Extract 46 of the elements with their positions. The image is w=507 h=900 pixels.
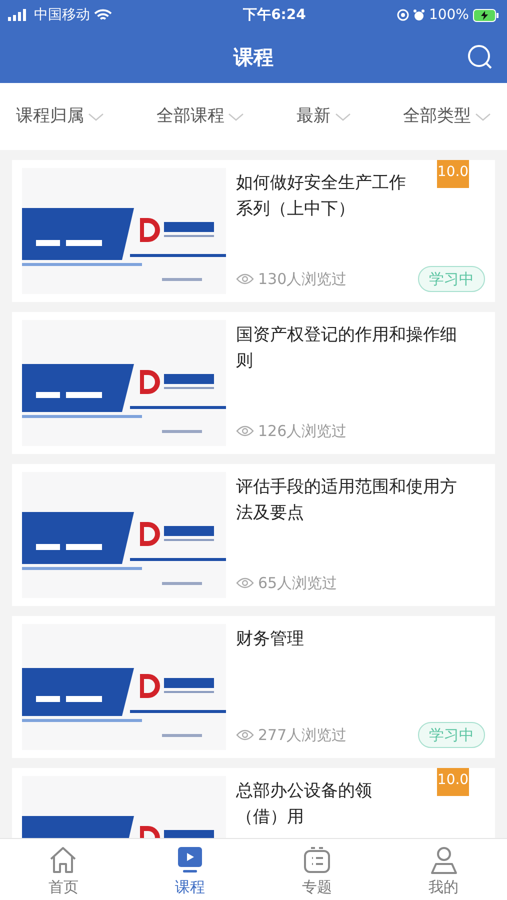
course-card[interactable]: 如何做好安全生产工作系列（上中下） 130人浏览过 10.0 学习中	[12, 160, 495, 302]
filter-dropdown[interactable]: 课程归属	[16, 104, 104, 130]
view-count: 277人浏览过	[258, 724, 347, 746]
score-badge: 10.0	[437, 768, 469, 796]
tab-bar-item[interactable]: 课程	[126, 845, 254, 898]
status-tag: 学习中	[418, 722, 485, 748]
view-count: 65人浏览过	[258, 572, 338, 594]
view-count: 126人浏览过	[258, 420, 347, 442]
score-badge: 10.0	[437, 160, 469, 188]
course-card[interactable]: 评估手段的适用范围和使用方法及要点 65人浏览过	[12, 464, 495, 606]
list-icon	[302, 845, 332, 875]
eye-icon	[236, 728, 254, 741]
chevron-down-icon	[474, 112, 491, 122]
status-tag: 学习中	[418, 266, 485, 292]
user-icon	[428, 845, 459, 875]
carrier-name: 中国移动	[34, 6, 90, 24]
view-count: 130人浏览过	[258, 268, 347, 290]
chevron-down-icon	[334, 112, 351, 122]
chevron-down-icon	[88, 112, 104, 122]
home-icon	[48, 845, 78, 875]
course-title: 总部办公设备的领（借）用	[236, 780, 373, 829]
tab-bar-item[interactable]: 首页	[0, 845, 127, 898]
eye-icon	[236, 272, 254, 285]
alarm-icon	[412, 9, 425, 21]
battery-charging-icon	[472, 8, 499, 22]
filter-dropdown[interactable]: 全部类型	[402, 104, 491, 130]
clock-time: 下午6:24	[243, 6, 306, 24]
eye-icon	[236, 576, 254, 589]
tab-bar-item[interactable]: 我的	[380, 845, 507, 898]
course-card[interactable]: 财务管理 277人浏览过 学习中	[12, 616, 495, 758]
rotation-lock-icon	[396, 9, 409, 21]
course-title: 评估手段的适用范围和使用方法及要点	[236, 476, 458, 525]
wifi-icon	[94, 8, 112, 22]
page-title: 课程	[234, 44, 274, 70]
filter-dropdown[interactable]: 最新	[296, 104, 351, 130]
search-button[interactable]	[467, 44, 493, 70]
course-card[interactable]: 国资产权登记的作用和操作细则 126人浏览过	[12, 312, 495, 454]
battery-percent: 100%	[428, 6, 469, 24]
chevron-down-icon	[228, 112, 244, 122]
course-title: 财务管理	[236, 628, 305, 651]
course-title: 国资产权登记的作用和操作细则	[236, 324, 458, 373]
eye-icon	[236, 424, 254, 437]
course-card[interactable]: 总部办公设备的领（借）用 10.0	[12, 768, 495, 838]
tab-bar-item[interactable]: 专题	[254, 845, 380, 898]
course-title: 如何做好安全生产工作系列（上中下）	[236, 172, 407, 221]
filter-dropdown[interactable]: 全部课程	[156, 104, 244, 130]
